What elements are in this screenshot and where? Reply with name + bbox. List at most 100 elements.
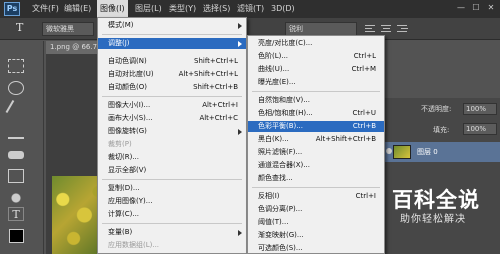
photoshop-logo: Ps	[4, 2, 20, 16]
image-menu-item-label: 自动色调(N)	[108, 57, 147, 65]
image-menu-item[interactable]: 应用数据组(L)...	[98, 240, 246, 251]
image-menu-item[interactable]: 裁剪(P)	[98, 139, 246, 150]
submenu-arrow-icon	[238, 41, 242, 47]
image-menu-item-label: 显示全部(V)	[108, 166, 147, 174]
image-menu-item-label: 裁切(R)...	[108, 153, 140, 161]
adjust-menu-item-shortcut: Ctrl+B	[352, 122, 376, 130]
adjust-menu-item-label: 颜色查找...	[258, 174, 293, 182]
brush-tool-icon[interactable]	[8, 125, 24, 139]
menu-type[interactable]: 类型(Y)	[169, 0, 196, 18]
submenu-arrow-icon	[238, 129, 242, 135]
foreground-color-swatch[interactable]	[9, 229, 24, 243]
align-left-icon[interactable]	[364, 23, 376, 35]
image-menu-item[interactable]: 图像旋转(G)	[98, 126, 246, 137]
menu-layer[interactable]: 图层(L)	[135, 0, 162, 18]
adjust-menu-item[interactable]: 色相/饱和度(H)... Ctrl+U	[248, 108, 384, 119]
adjust-menu-item-label: 亮度/对比度(C)...	[258, 39, 313, 47]
image-menu-item[interactable]: 变量(B)	[98, 227, 246, 238]
close-button[interactable]: ✕	[484, 2, 498, 14]
adjust-menu-item-shortcut: Ctrl+U	[352, 109, 376, 117]
adjust-menu-item-shortcut: Ctrl+M	[351, 65, 376, 73]
dodge-tool-icon[interactable]	[8, 191, 24, 205]
image-menu-item-label: 应用数据组(L)...	[108, 241, 160, 249]
align-center-icon[interactable]	[380, 23, 392, 35]
layer-row[interactable]: 图层 0	[385, 142, 500, 162]
crop-tool-icon[interactable]	[5, 99, 27, 121]
adjust-menu-item-shortcut: Alt+Shift+Ctrl+B	[315, 135, 376, 143]
image-menu-item-label: 变量(B)	[108, 228, 133, 236]
image-menu-item[interactable]: 调整(J)	[98, 38, 246, 49]
image-menu-item-label: 模式(M)	[108, 21, 134, 29]
adjust-menu-item[interactable]: 颜色查找...	[248, 173, 384, 184]
menu-image[interactable]: 图像(I)	[97, 0, 128, 18]
layers-panel: 不透明度: 100% 填充: 100% 图层 0	[384, 98, 500, 254]
menu-filter[interactable]: 滤镜(T)	[237, 0, 264, 18]
menu-file[interactable]: 文件(F)	[32, 0, 59, 18]
menu-3d[interactable]: 3D(D)	[271, 0, 295, 18]
marquee-tool-icon[interactable]	[8, 59, 24, 73]
antialias-select[interactable]: 锐利	[285, 22, 357, 36]
opacity-input[interactable]: 100%	[463, 103, 497, 115]
maximize-button[interactable]: ☐	[469, 2, 483, 14]
eraser-tool-icon[interactable]	[8, 169, 24, 183]
image-menu-dropdown: 模式(M) 调整(J) 自动色调(N) Shift+Ctrl+L 自动对比度(U) Alt…	[97, 17, 247, 254]
menu-separator	[102, 223, 242, 224]
image-menu-item[interactable]: 应用图像(Y)...	[98, 196, 246, 207]
lasso-tool-icon[interactable]	[8, 81, 24, 95]
align-right-icon[interactable]	[396, 23, 408, 35]
adjust-menu-item[interactable]: 照片滤镜(F)...	[248, 147, 384, 158]
image-menu-item[interactable]: 自动色调(N) Shift+Ctrl+L	[98, 56, 246, 67]
menu-select[interactable]: 选择(S)	[203, 0, 230, 18]
image-menu-item-label: 复制(D)...	[108, 184, 140, 192]
adjust-menu-item[interactable]: 阈值(T)...	[248, 217, 384, 228]
menu-separator	[102, 96, 242, 97]
adjust-menu-item[interactable]: 色阶(L)... Ctrl+L	[248, 51, 384, 62]
image-menu-item-shortcut: Shift+Ctrl+L	[194, 57, 238, 65]
adjust-menu-item[interactable]: 曲线(U)... Ctrl+M	[248, 64, 384, 75]
adjust-menu-item[interactable]: 自然饱和度(V)...	[248, 95, 384, 106]
image-menu-item[interactable]: 画布大小(S)... Alt+Ctrl+C	[98, 113, 246, 124]
image-menu-item[interactable]: 自动颜色(O) Shift+Ctrl+B	[98, 82, 246, 93]
adjust-menu-item[interactable]: 可选颜色(S)...	[248, 243, 384, 254]
adjust-submenu: 亮度/对比度(C)... 色阶(L)... Ctrl+L 曲线(U)... Ctrl+M…	[247, 35, 385, 254]
adjust-menu-item[interactable]: 渐变映射(G)...	[248, 230, 384, 241]
font-family-select[interactable]: 微软雅黑	[42, 22, 94, 36]
minimize-button[interactable]: —	[454, 2, 468, 14]
adjust-menu-item-label: 照片滤镜(F)...	[258, 148, 303, 156]
adjust-menu-item[interactable]: 色彩平衡(B)... Ctrl+B	[248, 121, 384, 132]
menu-separator	[252, 91, 380, 92]
visibility-eye-icon[interactable]	[386, 148, 392, 154]
watermark-subtitle: 助你轻松解决	[400, 214, 466, 225]
image-menu-item[interactable]: 图像大小(I)... Alt+Ctrl+I	[98, 100, 246, 111]
text-tool-icon[interactable]: T	[8, 207, 24, 221]
adjust-menu-item[interactable]: 色调分离(P)...	[248, 204, 384, 215]
adjust-menu-item-label: 色阶(L)...	[258, 52, 289, 60]
adjust-menu-item-label: 色调分离(P)...	[258, 205, 303, 213]
image-menu-item-label: 自动颜色(O)	[108, 83, 147, 91]
menu-separator	[102, 179, 242, 180]
layer-thumbnail	[393, 145, 411, 159]
fill-input[interactable]: 100%	[463, 123, 497, 135]
adjust-menu-item[interactable]: 亮度/对比度(C)...	[248, 38, 384, 49]
image-menu-item-shortcut: Alt+Ctrl+C	[199, 114, 238, 122]
adjust-menu-item[interactable]: 曝光度(E)...	[248, 77, 384, 88]
image-menu-item[interactable]: 自动对比度(U) Alt+Shift+Ctrl+L	[98, 69, 246, 80]
type-tool-icon[interactable]: T	[16, 21, 34, 37]
image-menu-item[interactable]: 计算(C)...	[98, 209, 246, 220]
adjust-menu-item[interactable]: 通道混合器(X)...	[248, 160, 384, 171]
submenu-arrow-icon	[238, 23, 242, 29]
adjust-menu-item-label: 色彩平衡(B)...	[258, 122, 303, 130]
image-menu-item[interactable]: 复制(D)...	[98, 183, 246, 194]
adjust-menu-item-label: 曝光度(E)...	[258, 78, 296, 86]
tools-panel: T	[0, 41, 44, 254]
adjust-menu-item[interactable]: 黑白(K)... Alt+Shift+Ctrl+B	[248, 134, 384, 145]
menu-edit[interactable]: 编辑(E)	[64, 0, 91, 18]
image-menu-item[interactable]: 模式(M)	[98, 20, 246, 31]
adjust-menu-item-label: 可选颜色(S)...	[258, 244, 303, 252]
image-menu-item-label: 裁剪(P)	[108, 140, 132, 148]
stamp-tool-icon[interactable]	[8, 151, 24, 159]
adjust-menu-item[interactable]: 反相(I) Ctrl+I	[248, 191, 384, 202]
adjust-menu-item-label: 自然饱和度(V)...	[258, 96, 310, 104]
image-menu-item[interactable]: 显示全部(V)	[98, 165, 246, 176]
image-menu-item[interactable]: 裁切(R)...	[98, 152, 246, 163]
